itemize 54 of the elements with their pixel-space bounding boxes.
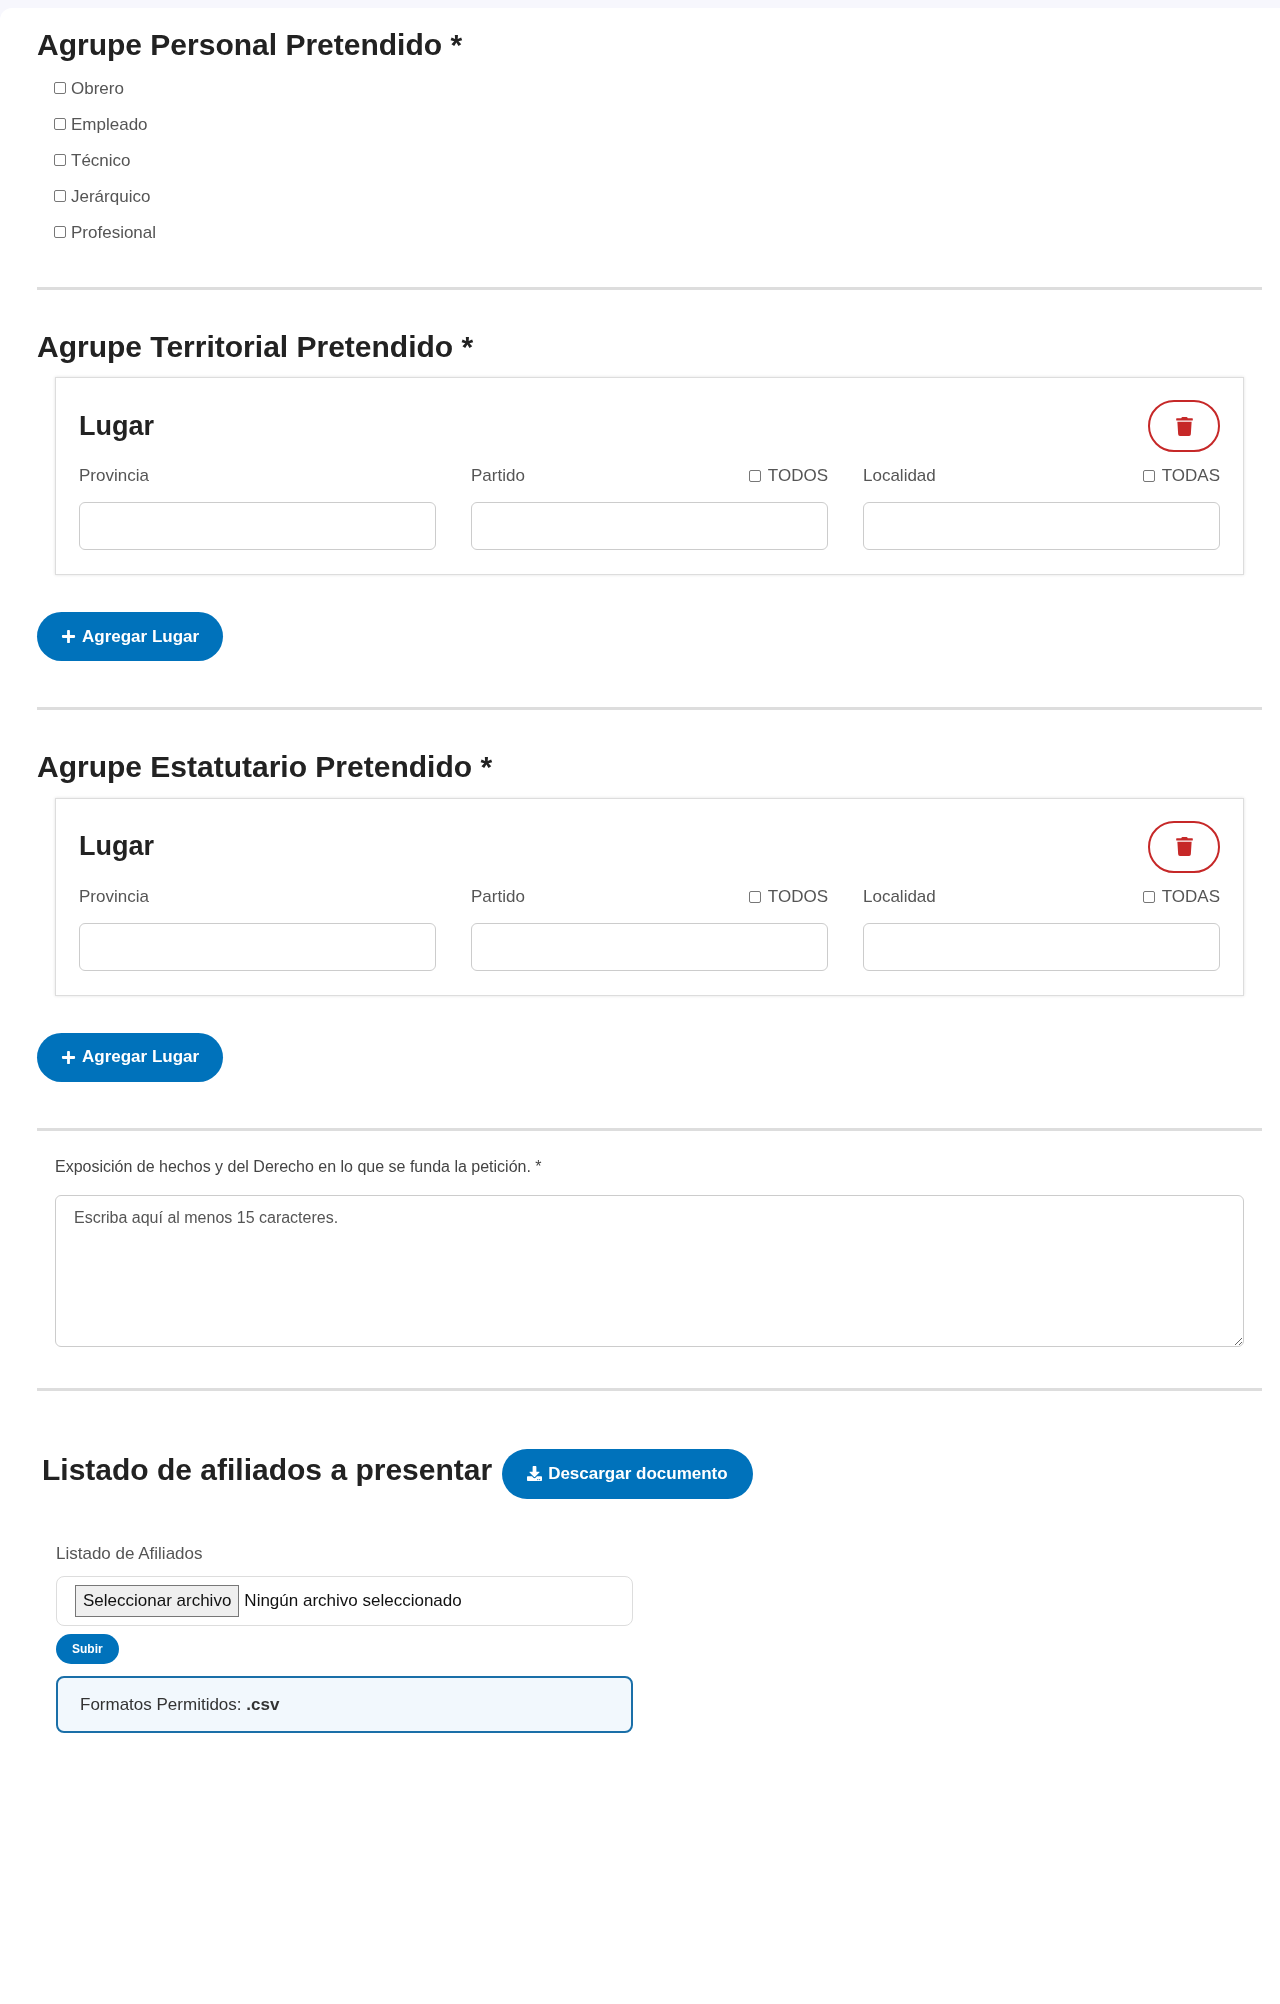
plus-icon [61,1049,76,1065]
trash-icon [1175,416,1193,436]
delete-button[interactable] [1148,820,1220,873]
field-label: Localidad [863,885,936,908]
section-heading: Agrupe Personal Pretendido * [37,27,464,63]
field-label: Partido [471,885,525,908]
card-title: Lugar [79,409,154,443]
checkbox[interactable] [54,226,66,238]
add-place-button[interactable]: Agregar Lugar [37,612,224,661]
file-status: Ningún archivo seleccionado [244,1590,462,1613]
info-text: Formatos Permitidos: .csv [80,1693,280,1716]
checkbox-label: Empleado [71,115,148,133]
checkbox[interactable] [54,154,66,166]
card-title: Lugar [79,830,154,864]
checkbox-label: Profesional [71,223,157,241]
checkbox[interactable] [54,82,66,94]
checkbox-label: TODAS [1161,465,1220,488]
checkbox[interactable] [748,890,761,903]
checkbox-label: TODOS [767,465,828,488]
field-label: Localidad [863,465,936,488]
checkbox-label: Obrero [71,79,124,97]
checkbox[interactable] [54,118,66,130]
select-field[interactable] [471,922,828,971]
field-label: Provincia [79,465,149,488]
file-field[interactable]: Seleccionar archivo Ningún archivo seleccionado [56,1576,633,1626]
text-area[interactable]: Escriba aquí al menos 15 caracteres. [55,1194,1244,1347]
checkbox-label: TODOS [767,885,828,908]
checkbox-label: Técnico [71,151,131,169]
section-heading: Listado de afiliados a presentar [42,1451,493,1488]
plus-icon [61,629,76,644]
field-label: Exposición de hechos y del Derecho en lo que se funda la petición. * [55,1156,543,1177]
checkbox-label: TODAS [1161,885,1220,908]
choose-file-button[interactable]: Seleccionar archivo [75,1585,240,1617]
download-button[interactable]: Descargar documento [502,1448,753,1499]
select-field[interactable] [863,502,1220,550]
field-label: Partido [471,465,525,488]
checkbox[interactable] [54,190,66,202]
select-field[interactable] [863,922,1220,971]
checkbox[interactable] [748,470,761,482]
trash-icon [1175,837,1193,856]
delete-button[interactable] [1148,400,1220,452]
select-field[interactable] [79,502,436,550]
field-label: Listado de Afiliados [56,1542,204,1565]
download-icon [527,1466,543,1481]
field-label: Provincia [79,885,149,908]
select-field[interactable] [471,502,828,550]
checkbox[interactable] [1142,890,1155,903]
section-heading: Agrupe Territorial Pretendido * [37,328,475,365]
upload-button[interactable]: Subir [56,1634,119,1664]
select-field[interactable] [79,922,436,971]
checkbox[interactable] [1142,470,1155,482]
section-heading: Agrupe Estatutario Pretendido * [37,749,494,785]
checkbox-label: Jerárquico [71,187,151,205]
add-place-button[interactable]: Agregar Lugar [37,1032,224,1082]
